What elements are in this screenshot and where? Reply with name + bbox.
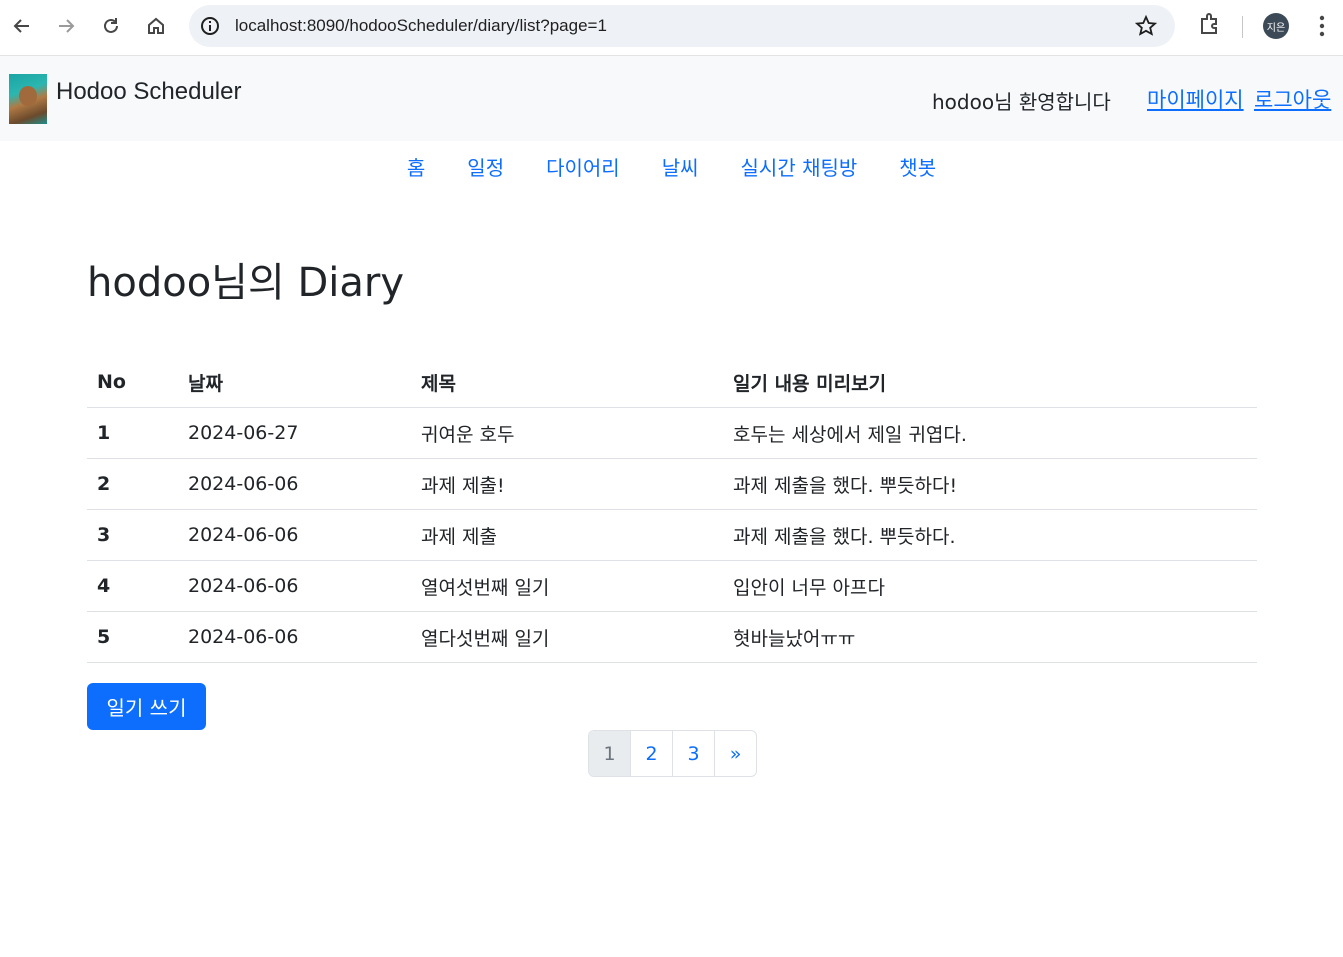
cell-no: 4 bbox=[87, 560, 178, 612]
table-row[interactable]: 2 2024-06-06 과제 제출! 과제 제출을 했다. 뿌듯하다! bbox=[87, 458, 1257, 510]
brand-title[interactable]: Hodoo Scheduler bbox=[56, 78, 241, 106]
home-icon[interactable] bbox=[140, 10, 172, 42]
cell-date: 2024-06-27 bbox=[178, 407, 411, 459]
address-bar[interactable]: localhost:8090/hodooScheduler/diary/list… bbox=[189, 5, 1175, 47]
pagination: 1 2 3 » bbox=[588, 730, 757, 777]
cell-title[interactable]: 열여섯번째 일기 bbox=[411, 560, 723, 612]
col-header-no: No bbox=[87, 357, 178, 408]
logo-image[interactable] bbox=[9, 74, 47, 124]
nav-item-diary[interactable]: 다이어리 bbox=[525, 152, 641, 181]
page-item-3[interactable]: 3 bbox=[673, 731, 715, 776]
logout-link[interactable]: 로그아웃 bbox=[1254, 84, 1331, 114]
cell-no: 5 bbox=[87, 611, 178, 663]
site-header: Hodoo Scheduler hodoo님 환영합니다 마이페이지 로그아웃 bbox=[0, 56, 1343, 141]
cell-date: 2024-06-06 bbox=[178, 611, 411, 663]
table-header-row: No 날짜 제목 일기 내용 미리보기 bbox=[87, 357, 1257, 408]
profile-avatar[interactable]: 지은 bbox=[1263, 13, 1289, 39]
cell-title[interactable]: 귀여운 호두 bbox=[411, 407, 723, 459]
col-header-preview: 일기 내용 미리보기 bbox=[723, 357, 1257, 408]
cell-date: 2024-06-06 bbox=[178, 560, 411, 612]
write-diary-button[interactable]: 일기 쓰기 bbox=[87, 683, 206, 730]
nav-item-schedule[interactable]: 일정 bbox=[446, 152, 525, 181]
cell-preview: 과제 제출을 했다. 뿌듯하다. bbox=[723, 509, 1257, 561]
diary-table: No 날짜 제목 일기 내용 미리보기 1 2024-06-27 귀여운 호두 … bbox=[87, 357, 1257, 663]
cell-no: 1 bbox=[87, 407, 178, 459]
table-row[interactable]: 3 2024-06-06 과제 제출 과제 제출을 했다. 뿌듯하다. bbox=[87, 509, 1257, 561]
nav-item-weather[interactable]: 날씨 bbox=[641, 152, 720, 181]
cell-no: 2 bbox=[87, 458, 178, 510]
cell-preview: 입안이 너무 아프다 bbox=[723, 560, 1257, 612]
table-row[interactable]: 4 2024-06-06 열여섯번째 일기 입안이 너무 아프다 bbox=[87, 560, 1257, 612]
page-item-2[interactable]: 2 bbox=[631, 731, 673, 776]
col-header-date: 날짜 bbox=[178, 357, 411, 408]
cell-preview: 과제 제출을 했다. 뿌듯하다! bbox=[723, 458, 1257, 510]
back-icon[interactable] bbox=[6, 10, 38, 42]
col-header-title: 제목 bbox=[411, 357, 723, 408]
url-text[interactable]: localhost:8090/hodooScheduler/diary/list… bbox=[235, 16, 607, 36]
page-next[interactable]: » bbox=[715, 731, 756, 776]
cell-title[interactable]: 과제 제출 bbox=[411, 509, 723, 561]
site-info-icon[interactable] bbox=[199, 15, 221, 41]
cell-date: 2024-06-06 bbox=[178, 458, 411, 510]
cell-no: 3 bbox=[87, 509, 178, 561]
browser-toolbar: localhost:8090/hodooScheduler/diary/list… bbox=[0, 0, 1343, 56]
extensions-icon[interactable] bbox=[1196, 10, 1224, 42]
nav-item-home[interactable]: 홈 bbox=[386, 152, 446, 181]
mypage-link[interactable]: 마이페이지 bbox=[1147, 84, 1244, 114]
table-row[interactable]: 1 2024-06-27 귀여운 호두 호두는 세상에서 제일 귀엽다. bbox=[87, 407, 1257, 459]
cell-date: 2024-06-06 bbox=[178, 509, 411, 561]
page-item-1[interactable]: 1 bbox=[589, 731, 631, 776]
cell-title[interactable]: 열다섯번째 일기 bbox=[411, 611, 723, 663]
cell-title[interactable]: 과제 제출! bbox=[411, 458, 723, 510]
page-title: hodoo님의 Diary bbox=[87, 260, 405, 306]
cell-preview: 혓바늘났어ㅠㅠ bbox=[723, 611, 1257, 663]
nav-item-chatroom[interactable]: 실시간 채팅방 bbox=[720, 152, 879, 181]
nav-item-chatbot[interactable]: 챗봇 bbox=[878, 152, 957, 181]
main-nav: 홈 일정 다이어리 날씨 실시간 채팅방 챗봇 bbox=[0, 152, 1343, 181]
toolbar-divider bbox=[1242, 16, 1243, 38]
table-row[interactable]: 5 2024-06-06 열다섯번째 일기 혓바늘났어ㅠㅠ bbox=[87, 611, 1257, 663]
more-menu-icon[interactable] bbox=[1308, 10, 1336, 46]
welcome-text: hodoo님 환영합니다 bbox=[932, 90, 1111, 114]
forward-icon[interactable] bbox=[50, 10, 82, 42]
bookmark-star-icon[interactable] bbox=[1134, 14, 1158, 41]
reload-icon[interactable] bbox=[95, 10, 127, 42]
cell-preview: 호두는 세상에서 제일 귀엽다. bbox=[723, 407, 1257, 459]
